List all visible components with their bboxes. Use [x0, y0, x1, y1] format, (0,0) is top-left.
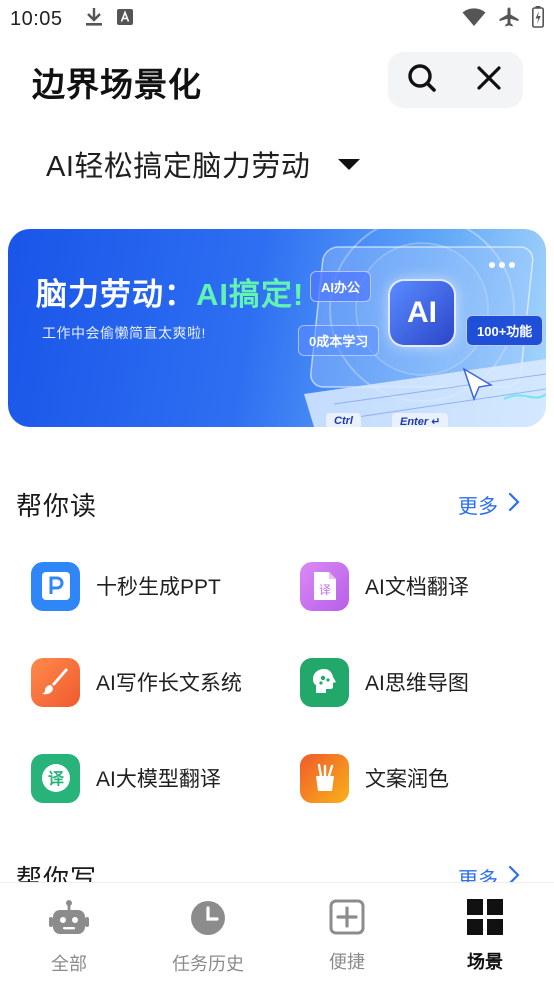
more-link[interactable]: 更多	[458, 490, 520, 519]
search-icon	[407, 63, 437, 98]
bottom-nav: 全部 任务历史 便捷 场景	[0, 882, 554, 984]
battery-charging-icon	[532, 5, 544, 33]
grid-icon	[467, 899, 503, 940]
banner-key-ctrl: Ctrl	[326, 413, 361, 427]
status-time: 10:05	[10, 7, 63, 30]
brush-icon	[31, 657, 80, 707]
doc-translate-icon: 译	[300, 561, 349, 611]
nav-label: 场景	[467, 952, 503, 972]
tool-mind-map[interactable]: AI思维导图	[300, 654, 540, 710]
banner-headline-prefix: 脑力劳动：	[36, 277, 196, 312]
nav-item-scenes[interactable]: 场景	[435, 899, 535, 979]
download-icon	[85, 7, 103, 32]
translate-icon: 译	[31, 753, 80, 803]
banner-subtitle: 工作中会偷懒简直太爽啦!	[42, 325, 206, 341]
tool-model-translate[interactable]: 译 AI大模型翻译	[31, 750, 271, 806]
caret-down-icon	[338, 158, 361, 170]
banner-tag-learn: 0成本学习	[298, 325, 380, 356]
close-icon	[476, 65, 502, 96]
nav-item-shortcuts[interactable]: 便捷	[297, 899, 397, 979]
header-actions	[388, 52, 523, 108]
airplane-icon	[498, 6, 520, 33]
add-square-icon	[329, 899, 365, 940]
search-button[interactable]	[388, 52, 455, 108]
nav-label: 全部	[51, 954, 87, 974]
nav-label: 便捷	[329, 952, 365, 972]
brush-cup-icon	[300, 753, 349, 803]
robot-icon	[49, 899, 89, 942]
tool-label: AI写作长文系统	[96, 672, 242, 695]
banner-tag-functions: 100+功能	[466, 315, 544, 346]
tool-label: 十秒生成PPT	[96, 576, 221, 599]
tool-label: AI文档翻译	[365, 576, 469, 599]
tool-polish[interactable]: 文案润色	[300, 750, 540, 806]
tool-long-writing[interactable]: AI写作长文系统	[31, 654, 271, 710]
section-title: 帮你读	[16, 491, 98, 521]
wifi-icon	[462, 7, 486, 32]
section-header-read: 帮你读 更多	[0, 482, 554, 522]
banner-headline: 脑力劳动：AI搞定!	[36, 269, 304, 314]
tool-ppt[interactable]: 十秒生成PPT	[31, 558, 271, 614]
ppt-icon	[31, 561, 80, 611]
keyboard-a-icon	[116, 8, 133, 30]
close-button[interactable]	[455, 52, 522, 108]
nav-item-history[interactable]: 任务历史	[158, 899, 258, 979]
promo-banner[interactable]: 脑力劳动：AI搞定! 工作中会偷懒简直太爽啦! AI办公 0成本学习 100+功…	[8, 229, 546, 427]
header: 边界场景化	[0, 48, 554, 112]
tool-label: AI大模型翻译	[96, 768, 221, 791]
tool-label: 文案润色	[365, 768, 449, 791]
mind-map-icon	[300, 657, 349, 707]
tool-doc-translate[interactable]: 译 AI文档翻译	[300, 558, 540, 614]
tool-label: AI思维导图	[365, 672, 469, 695]
svg-text:译: 译	[318, 583, 330, 597]
scenario-selector[interactable]: AI轻松搞定脑力劳动	[46, 140, 361, 188]
nav-label: 任务历史	[172, 954, 244, 974]
clock-icon	[189, 899, 227, 942]
svg-text:译: 译	[47, 769, 64, 788]
status-bar: 10:05	[0, 0, 554, 38]
scenario-selector-label: AI轻松搞定脑力劳动	[46, 151, 311, 183]
page-title: 边界场景化	[32, 66, 202, 103]
banner-tag-office: AI办公	[310, 271, 372, 302]
nav-item-all[interactable]: 全部	[19, 899, 119, 979]
banner-key-enter: Enter ↵	[392, 413, 449, 427]
more-text: 更多	[458, 496, 498, 518]
banner-headline-accent: AI搞定!	[196, 277, 305, 312]
chevron-right-icon	[508, 492, 520, 517]
ai-logo: AI	[388, 279, 456, 347]
